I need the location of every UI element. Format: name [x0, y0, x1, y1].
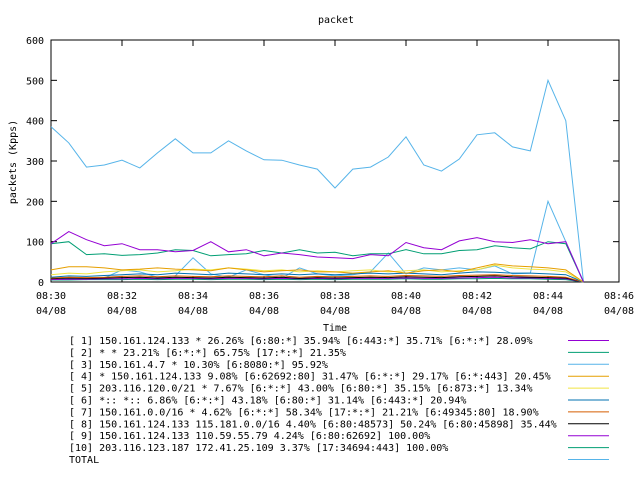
y-tick-label: 0: [38, 278, 44, 289]
legend-label: [ 8] 150.161.124.133 115.181.0.0/16 4.40…: [69, 419, 557, 430]
x-tick-label: 08:36: [249, 291, 279, 302]
x-tick-label: 08:38: [320, 291, 350, 302]
legend-label: [ 4] * 150.161.124.133 9.08% [6:62692:80…: [69, 372, 551, 383]
y-tick-label: 500: [26, 76, 44, 87]
x-tick-date: 04/08: [533, 306, 563, 317]
x-tick-label: 08:34: [178, 291, 208, 302]
plot-area: [50, 39, 620, 283]
legend-label: [ 6] *:: *:: 6.86% [6:*:*] 43.18% [6:80:…: [69, 396, 466, 407]
chart: packet packets (Kpps) 0 100 200 300 400 500 60…: [8, 15, 634, 466]
x-tick-date: 04/08: [36, 306, 66, 317]
series-line-3: [50, 78, 584, 283]
x-tick-label: 08:42: [462, 291, 492, 302]
y-tick-label: 400: [26, 117, 44, 128]
legend-label: [ 7] 150.161.0.0/16 * 4.62% [6:*:*] 58.3…: [69, 407, 539, 418]
x-tick-date: 04/08: [320, 306, 350, 317]
legend-label: [ 1] 150.161.124.133 * 26.26% [6:80:*] 3…: [69, 336, 533, 347]
legend-label: [10] 203.116.123.187 172.41.25.109 3.37%…: [69, 443, 448, 454]
legend: [ 1] 150.161.124.133 * 26.26% [6:80:*] 3…: [69, 336, 609, 466]
y-tick-label: 300: [26, 157, 44, 168]
x-tick-label: 08:40: [391, 291, 421, 302]
x-axis-label: Time: [323, 323, 347, 334]
y-axis-label: packets (Kpps): [8, 120, 19, 204]
legend-label: [ 2] * * 23.21% [6:*:*] 65.75% [17:*:*] …: [69, 348, 346, 359]
y-tick-label: 600: [26, 36, 44, 47]
legend-label: [ 3] 150.161.4.7 * 10.30% [6:8080:*] 95.…: [69, 360, 328, 371]
x-tick-date: 04/08: [462, 306, 492, 317]
x-tick-date: 04/08: [249, 306, 279, 317]
x-tick-label: 08:46: [604, 291, 634, 302]
chart-title: packet: [318, 15, 354, 26]
x-tick-label: 08:30: [36, 291, 66, 302]
y-tick-label: 100: [26, 238, 44, 249]
x-tick-label: 08:44: [533, 291, 563, 302]
legend-label: [ 9] 150.161.124.133 110.59.55.79 4.24% …: [69, 431, 430, 442]
x-tick-date: 04/08: [604, 306, 634, 317]
x-tick-date: 04/08: [107, 306, 137, 317]
y-tick-label: 200: [26, 197, 44, 208]
x-tick-label: 08:32: [107, 291, 137, 302]
legend-label: TOTAL: [69, 455, 99, 466]
x-tick-date: 04/08: [391, 306, 421, 317]
x-tick-date: 04/08: [178, 306, 208, 317]
legend-label: [ 5] 203.116.120.0/21 * 7.67% [6:*:*] 43…: [69, 384, 533, 395]
series-lines: [50, 78, 584, 283]
